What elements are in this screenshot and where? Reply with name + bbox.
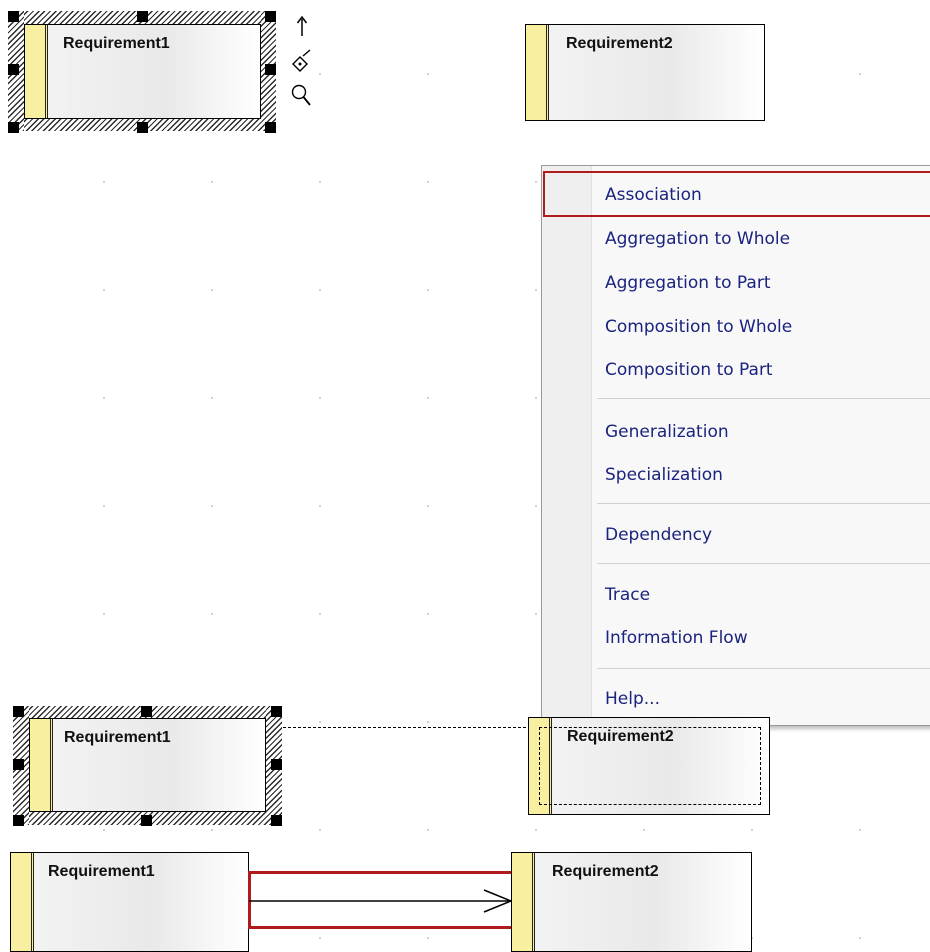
menu-item-generalization[interactable]: Generalization xyxy=(605,422,729,442)
requirement-stripe xyxy=(25,25,48,118)
menu-item-aggregation-to-whole[interactable]: Aggregation to Whole xyxy=(605,229,790,249)
element-name: Requirement1 xyxy=(63,35,170,52)
menu-item-composition-to-part[interactable]: Composition to Part xyxy=(605,360,773,380)
relationship-context-menu[interactable]: Association Aggregation to Whole Aggrega… xyxy=(541,165,930,726)
quick-link-arrow-icon[interactable] xyxy=(294,15,310,37)
connector-drag-line xyxy=(283,727,541,728)
element-name: Requirement2 xyxy=(566,35,673,52)
drop-target-outline xyxy=(539,727,761,805)
menu-item-aggregation-to-part[interactable]: Aggregation to Part xyxy=(605,273,771,293)
menu-item-trace[interactable]: Trace xyxy=(605,585,650,605)
requirement-stripe xyxy=(30,719,53,811)
menu-highlight-box xyxy=(543,171,930,217)
menu-separator xyxy=(597,563,930,564)
requirement-stripe xyxy=(512,853,535,951)
menu-item-information-flow[interactable]: Information Flow xyxy=(605,628,748,648)
menu-separator xyxy=(597,503,930,504)
element-name: Requirement1 xyxy=(64,729,171,746)
tag-icon[interactable] xyxy=(290,48,314,74)
menu-separator xyxy=(597,398,930,399)
magnifier-icon[interactable] xyxy=(290,82,314,108)
menu-separator xyxy=(597,668,930,669)
requirement-stripe xyxy=(11,853,34,951)
menu-item-association[interactable]: Association xyxy=(605,185,702,205)
element-name: Requirement1 xyxy=(48,863,155,880)
requirement-stripe xyxy=(526,25,549,120)
requirement2-element-bottom[interactable]: Requirement2 xyxy=(511,852,752,952)
menu-item-composition-to-whole[interactable]: Composition to Whole xyxy=(605,317,792,337)
menu-item-specialization[interactable]: Specialization xyxy=(605,465,723,485)
requirement1-element-bottom[interactable]: Requirement1 xyxy=(10,852,249,952)
association-connector[interactable] xyxy=(249,884,513,918)
element-name: Requirement2 xyxy=(552,863,659,880)
requirement1-element-top[interactable]: Requirement1 xyxy=(24,24,261,119)
menu-item-help[interactable]: Help... xyxy=(605,689,660,709)
requirement2-element-top[interactable]: Requirement2 xyxy=(525,24,765,121)
requirement1-element-middle[interactable]: Requirement1 xyxy=(29,718,266,812)
menu-item-dependency[interactable]: Dependency xyxy=(605,525,712,545)
